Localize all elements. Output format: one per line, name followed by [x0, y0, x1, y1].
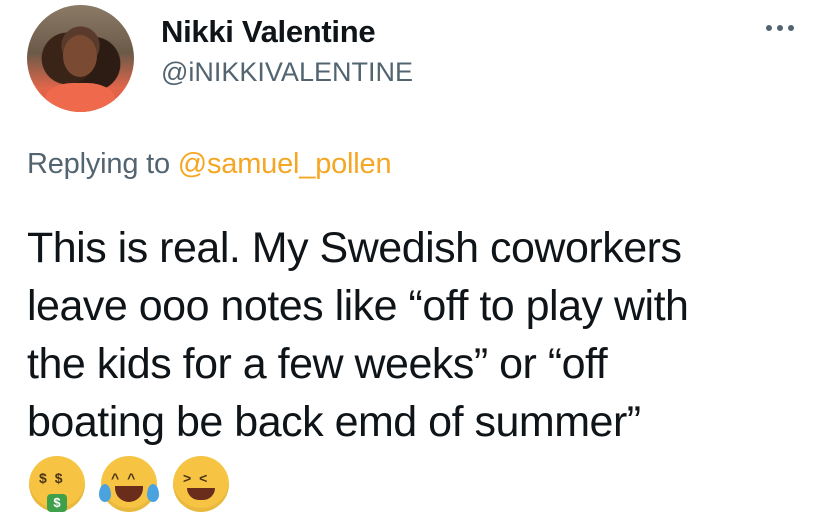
reply-prefix: Replying to: [27, 148, 170, 180]
avatar-shirt: [45, 83, 115, 112]
avatar[interactable]: [27, 5, 134, 112]
avatar-face: [63, 35, 97, 77]
more-dot: [788, 25, 794, 31]
more-options-icon[interactable]: [766, 21, 800, 35]
tear-right: [147, 484, 159, 502]
tweet-text: This is real. My Swedish coworkers leave…: [27, 219, 817, 451]
author-display-name[interactable]: Nikki Valentine: [161, 14, 376, 50]
squint-eyes: ><: [183, 470, 216, 486]
money-eyes: $$: [39, 470, 71, 486]
tired-mouth: [187, 488, 215, 500]
laughing-eyes: ^^: [111, 470, 144, 486]
tweet-line: This is real. My Swedish coworkers: [27, 224, 682, 272]
tear-left: [99, 484, 111, 502]
author-handle[interactable]: @iNIKKIVALENTINE: [161, 57, 413, 88]
reply-context: Replying to @samuel_pollen: [27, 148, 392, 181]
more-dot: [766, 25, 772, 31]
more-dot: [777, 25, 783, 31]
tweet-line: the kids for a few weeks” or “off: [27, 340, 608, 388]
tweet-line: boating be back emd of summer”: [27, 398, 641, 446]
laughing-mouth: [115, 486, 143, 502]
reply-mention-link[interactable]: @samuel_pollen: [178, 148, 392, 180]
tired-face-icon: ><: [173, 456, 229, 512]
tears-of-joy-face-icon: ^^: [99, 456, 159, 512]
tweet-line: leave ooo notes like “off to play with: [27, 282, 689, 330]
money-mouth-face-icon: $$ $: [29, 456, 85, 512]
money-tongue: $: [47, 494, 67, 512]
emoji-row: $$ $ ^^ ><: [29, 456, 229, 512]
